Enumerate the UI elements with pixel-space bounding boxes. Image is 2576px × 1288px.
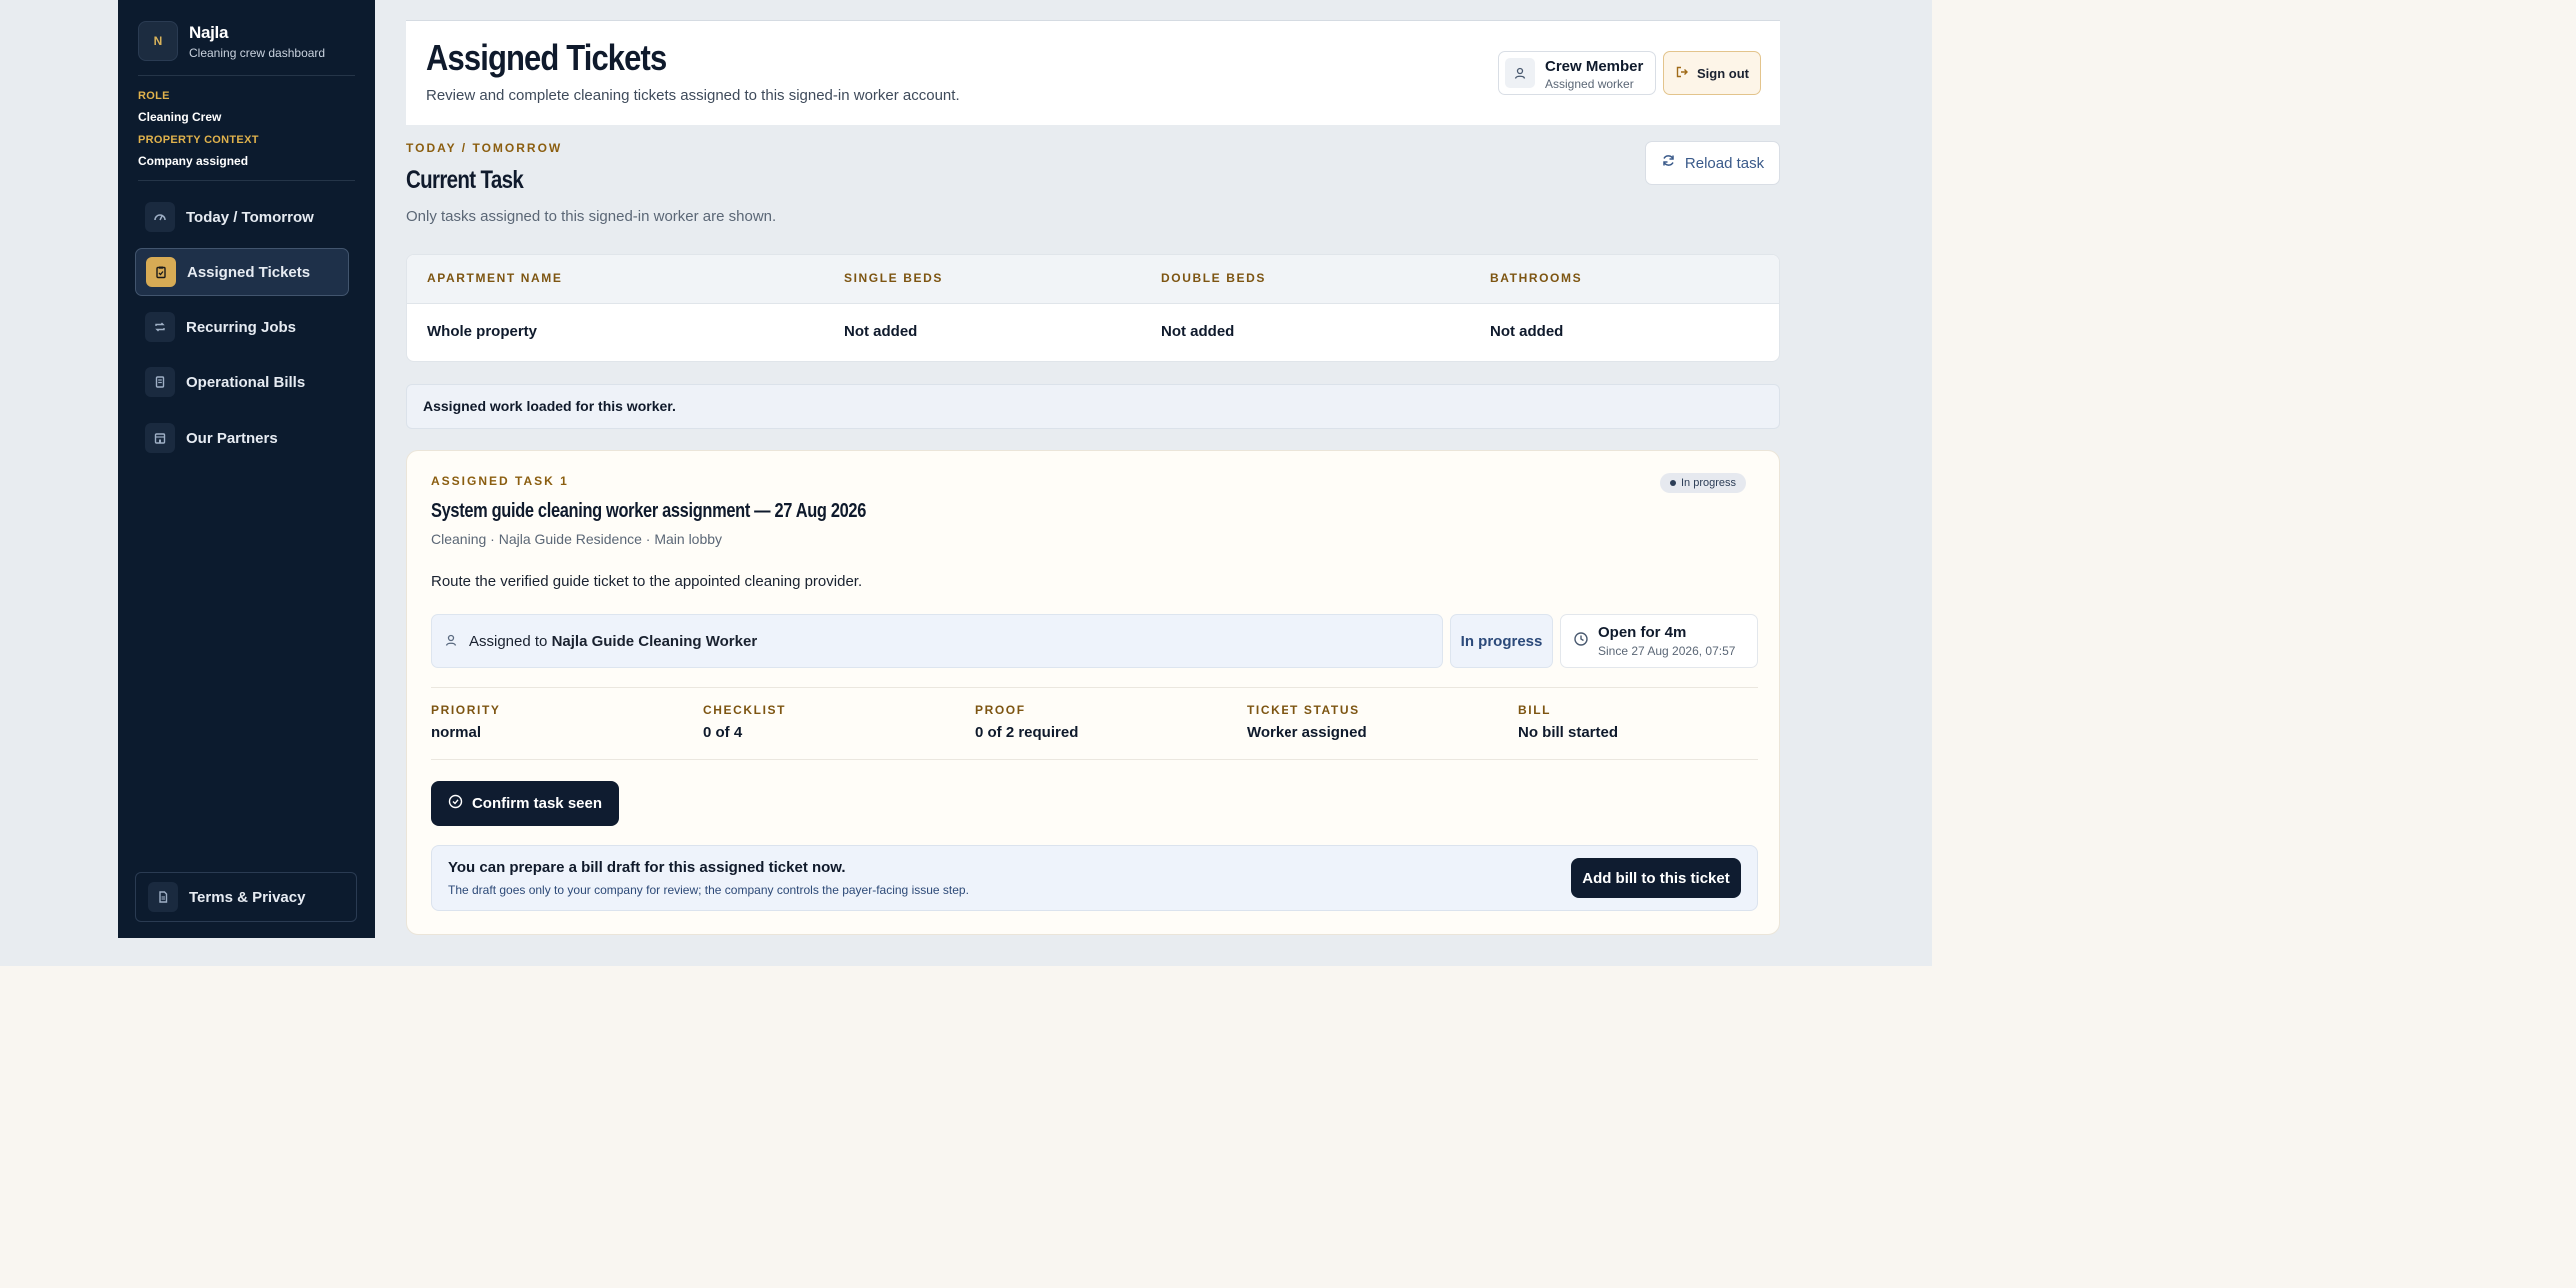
property-context-value: Company assigned [138, 154, 249, 168]
divider [431, 687, 1758, 688]
user-role: Assigned worker [1545, 77, 1634, 91]
user-name: Crew Member [1545, 58, 1644, 75]
column-header: APARTMENT NAME [427, 271, 563, 285]
stat-value-proof: 0 of 2 required [975, 724, 1079, 741]
sidebar-item-label: Assigned Tickets [187, 263, 311, 281]
task-card: ASSIGNED TASK 1 In progress System guide… [406, 450, 1780, 935]
clipboard-icon [146, 257, 176, 287]
stat-value-ticket-status: Worker assigned [1247, 724, 1367, 741]
table-cell: Not added [1161, 323, 1235, 340]
gauge-icon [145, 202, 175, 232]
open-duration-main: Open for 4m [1598, 624, 1687, 641]
assignee-box: Assigned to Najla Guide Cleaning Worker [431, 614, 1443, 668]
sidebar-item-label: Today / Tomorrow [186, 208, 314, 226]
task-description: Route the verified guide ticket to the a… [431, 573, 863, 590]
page-title: Assigned Tickets [426, 37, 667, 78]
add-bill-button[interactable]: Add bill to this ticket [1571, 858, 1741, 898]
receipt-icon [145, 367, 175, 397]
bill-draft-title: You can prepare a bill draft for this as… [448, 859, 846, 876]
status-dot-icon [1670, 480, 1676, 486]
sidebar: N Najla Cleaning crew dashboard ROLE Cle… [118, 0, 375, 938]
task-eyebrow: ASSIGNED TASK 1 [431, 474, 569, 488]
sign-out-icon [1675, 65, 1689, 82]
property-context-label: PROPERTY CONTEXT [138, 134, 259, 146]
section-subtitle: Only tasks assigned to this signed-in wo… [406, 208, 777, 225]
task-meta: Cleaning · Najla Guide Residence · Main … [431, 531, 723, 547]
table-cell: Not added [844, 323, 918, 340]
sidebar-item-assigned-tickets[interactable]: Assigned Tickets [135, 248, 349, 296]
reload-label: Reload task [1684, 154, 1765, 172]
confirm-task-seen-button[interactable]: Confirm task seen [431, 781, 619, 826]
bill-draft-subtitle: The draft goes only to your company for … [448, 883, 969, 897]
clock-icon [1573, 631, 1589, 652]
sidebar-item-label: Recurring Jobs [186, 318, 297, 336]
bill-draft-panel: You can prepare a bill draft for this as… [431, 845, 1758, 911]
sign-out-button[interactable]: Sign out [1663, 51, 1761, 95]
badge-label: In progress [1681, 477, 1737, 489]
sign-out-label: Sign out [1697, 65, 1749, 81]
task-title: System guide cleaning worker assignment … [431, 500, 866, 522]
sidebar-item-recurring-jobs[interactable]: Recurring Jobs [135, 303, 349, 351]
column-header: SINGLE BEDS [844, 271, 943, 285]
apartment-table: APARTMENT NAME SINGLE BEDS DOUBLE BEDS B… [406, 254, 1780, 362]
stat-label-checklist: CHECKLIST [703, 703, 787, 717]
sidebar-item-today-tomorrow[interactable]: Today / Tomorrow [135, 193, 349, 241]
stat-value-bill: No bill started [1518, 724, 1619, 741]
stat-value-checklist: 0 of 4 [703, 724, 743, 741]
terms-label: Terms & Privacy [189, 888, 306, 906]
user-icon [1505, 58, 1535, 88]
table-cell: Whole property [427, 323, 538, 340]
page-header: Assigned Tickets Review and complete cle… [406, 20, 1780, 125]
reload-task-button[interactable]: Reload task [1645, 141, 1780, 185]
check-circle-icon [448, 794, 463, 813]
stat-label-bill: BILL [1518, 703, 1552, 717]
sidebar-item-our-partners[interactable]: Our Partners [135, 414, 349, 462]
page-subtitle: Review and complete cleaning tickets ass… [426, 87, 960, 104]
divider [431, 759, 1758, 760]
sidebar-item-operational-bills[interactable]: Operational Bills [135, 358, 349, 406]
column-header: BATHROOMS [1490, 271, 1583, 285]
building-icon [145, 423, 175, 453]
role-label: ROLE [138, 90, 170, 102]
task-status: In progress [1450, 614, 1553, 668]
assignee-name: Najla Guide Cleaning Worker [551, 632, 758, 650]
repeat-icon [145, 312, 175, 342]
sidebar-item-label: Our Partners [186, 429, 278, 447]
stat-label-proof: PROOF [975, 703, 1026, 717]
stat-value-priority: normal [431, 724, 482, 741]
refresh-icon [1661, 153, 1676, 173]
user-icon [444, 633, 458, 650]
document-icon [148, 882, 178, 912]
column-header: DOUBLE BEDS [1161, 271, 1266, 285]
role-value: Cleaning Crew [138, 110, 222, 124]
confirm-label: Confirm task seen [471, 795, 603, 812]
open-duration: Open for 4m Since 27 Aug 2026, 07:57 [1560, 614, 1758, 668]
brand: N Najla Cleaning crew dashboard [138, 21, 325, 61]
sidebar-item-label: Operational Bills [186, 373, 306, 391]
terms-privacy-link[interactable]: Terms & Privacy [135, 872, 357, 922]
brand-subtitle: Cleaning crew dashboard [189, 45, 326, 60]
stat-label-ticket-status: TICKET STATUS [1247, 703, 1360, 717]
divider [138, 75, 355, 76]
divider [138, 180, 355, 181]
table-header: APARTMENT NAME SINGLE BEDS DOUBLE BEDS B… [407, 255, 1779, 304]
open-duration-since: Since 27 Aug 2026, 07:57 [1598, 644, 1736, 658]
user-card[interactable]: Crew Member Assigned worker [1498, 51, 1656, 95]
status-badge: In progress [1660, 473, 1747, 493]
table-cell: Not added [1490, 323, 1564, 340]
brand-logo: N [138, 21, 178, 61]
status-notice: Assigned work loaded for this worker. [406, 384, 1780, 429]
section-eyebrow: TODAY / TOMORROW [406, 141, 563, 155]
stat-label-priority: PRIORITY [431, 703, 501, 717]
assigned-prefix: Assigned to [469, 632, 548, 650]
brand-name: Najla [189, 22, 229, 42]
section-title: Current Task [406, 166, 524, 194]
